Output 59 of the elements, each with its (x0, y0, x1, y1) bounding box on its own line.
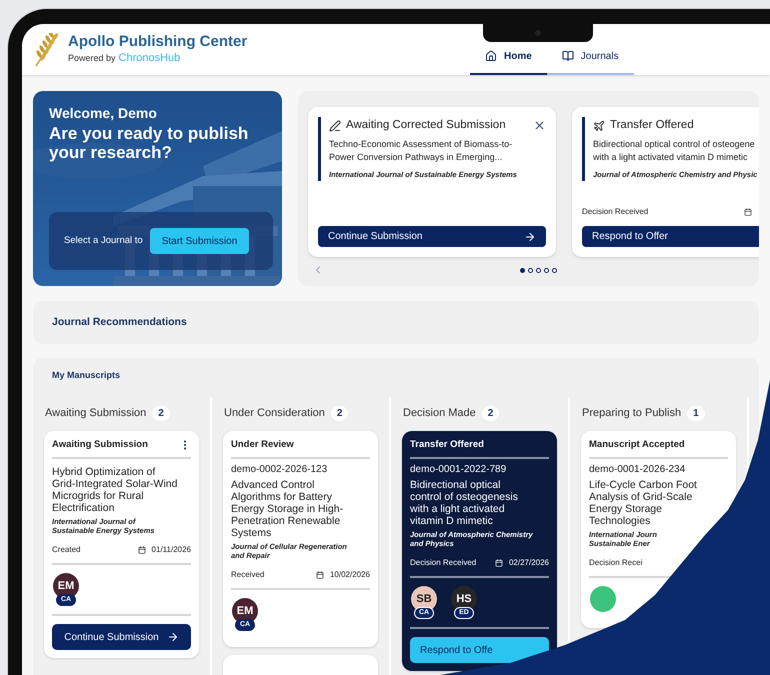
count-badge: 1 (687, 406, 705, 420)
prompt-text: Select a Journal to (64, 234, 143, 248)
manuscript-title: Microgrids for Rural (52, 490, 145, 502)
manuscript-title: control of osteogenesis (410, 491, 519, 503)
task-description: Bidirectional optical control of osteogene (593, 138, 756, 152)
column-title: Decision Made (403, 406, 476, 421)
column-title: Under Consideration (224, 406, 325, 421)
manuscript-title: Algorithms for Battery (231, 491, 333, 503)
manuscript-id: demo-0001-2022-789 (410, 463, 508, 476)
brand-name: ChronosHub (118, 50, 180, 66)
continue-button[interactable]: Continue Submission (52, 624, 191, 650)
manuscript-title: Technologies (589, 515, 652, 527)
card-status: Manuscript Accepted (589, 438, 685, 452)
manuscript-title: Systems (231, 527, 272, 539)
card-status: Awaiting Submission (52, 438, 148, 452)
respond-button[interactable]: Respond to Offer (582, 226, 759, 247)
card-status: Transfer Offered (410, 438, 484, 452)
headline: Are you ready to publish your research? (49, 124, 250, 162)
manuscript-title: Energy Storage (589, 503, 663, 515)
recommendations-panel[interactable]: Journal Recommendations (33, 301, 759, 344)
manuscript-title: Energy Storage in High- (231, 503, 344, 515)
task-description: Techno-Economic Assessment of Biomass-to- (329, 138, 514, 152)
task-description: with a light activated vitamin D mimetic (593, 151, 749, 164)
event-date: 02/27/2026 (508, 557, 549, 569)
continue-button[interactable]: Continue Submission (318, 226, 546, 247)
manuscript-title: vitamin D mimetic (410, 515, 494, 527)
task-description: Power Conversion Pathways in Emerging... (329, 151, 504, 164)
event-label: Decision Received (582, 206, 648, 218)
section-title: My Manuscripts (51, 369, 122, 381)
manuscript-title: Hybrid Optimization of (52, 466, 156, 478)
event-date: 10/02/2026 (330, 569, 370, 581)
manuscript-id: demo-0002-2026-123 (231, 463, 328, 476)
welcome-text: Welcome, Demo (49, 104, 158, 123)
event-label: Created (52, 544, 80, 556)
count-badge: 2 (152, 406, 170, 420)
count-badge: 2 (330, 406, 348, 420)
task-title: Awaiting Corrected Submission (346, 118, 506, 133)
powered-by-label: Powered by (68, 52, 116, 65)
manuscript-id: demo-0001-2026-234 (589, 463, 686, 476)
respond-button[interactable]: Respond to Offe (410, 637, 549, 663)
card-status: Under Review (231, 438, 294, 452)
manuscript-title: with a light activated (410, 503, 506, 515)
count-badge: 2 (482, 406, 500, 420)
task-title: Transfer Offered (610, 118, 694, 133)
manuscript-title: Penetration Renewable (231, 515, 342, 527)
manuscript-title: Advanced Control (231, 479, 316, 491)
column-title: Awaiting Submission (45, 406, 146, 421)
app-title: Apollo Publishing Center (68, 32, 248, 50)
manuscript-title: Analysis of Grid-Scale (589, 491, 694, 503)
manuscript-title: Grid-Integrated Solar-Wind (52, 478, 178, 490)
event-date: 01/11/2026 (152, 544, 191, 556)
manuscript-title: Electrification (52, 502, 116, 514)
event-label: Decision Received (410, 557, 476, 569)
event-label: Decision Recei (589, 557, 642, 569)
manuscript-title: Life-Cycle Carbon Foot (589, 479, 698, 491)
manuscript-title: Bidirectional optical (410, 479, 502, 491)
start-submission-button[interactable]: Start Submission (150, 228, 250, 254)
column-title: Preparing to Publish (582, 406, 682, 421)
event-label: Received (231, 569, 264, 581)
